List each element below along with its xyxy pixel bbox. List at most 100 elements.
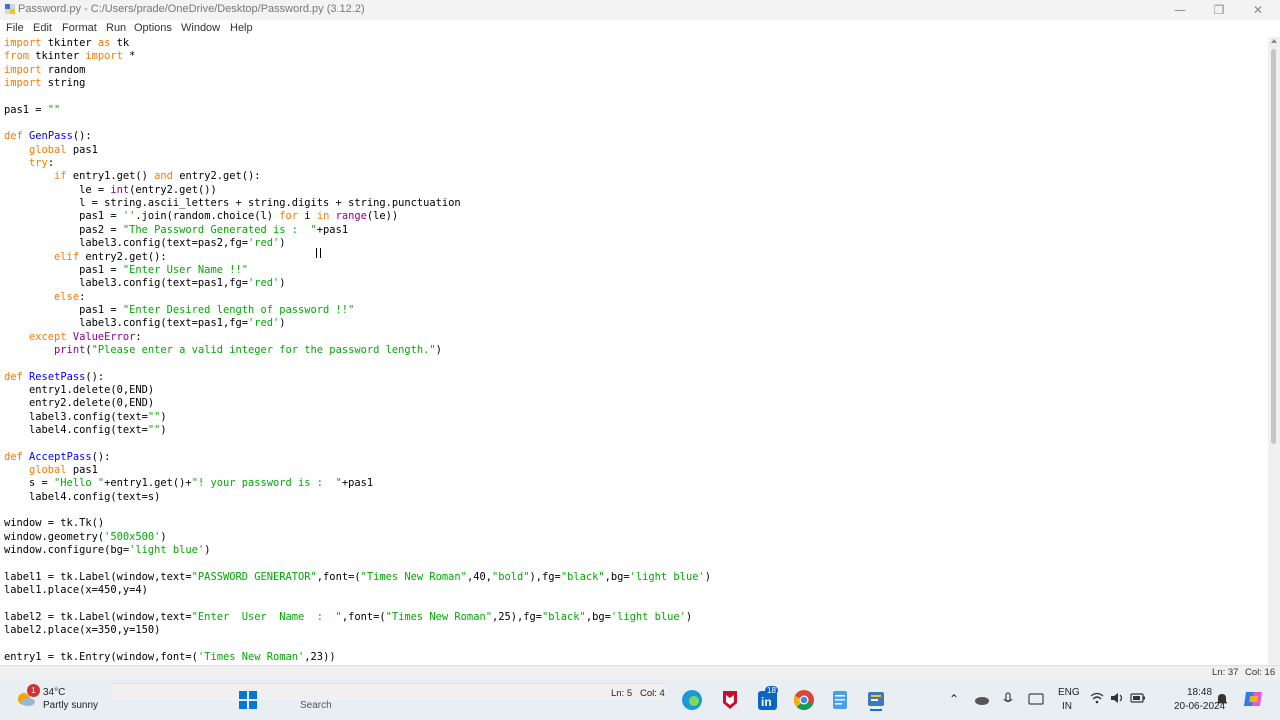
code-line[interactable]: pas1 = "Enter Desired length of password… <box>4 304 711 317</box>
scrollbar-thumb[interactable] <box>1271 49 1276 444</box>
code-token: 'light blue' <box>629 570 705 583</box>
code-line[interactable]: le = int(entry2.get()) <box>4 184 711 197</box>
maximize-button[interactable]: ❐ <box>1199 0 1239 20</box>
code-line[interactable]: pas1 = ''.join(random.choice(l) for i in… <box>4 210 711 223</box>
code-line[interactable]: label3.config(text=pas1,fg='red') <box>4 277 711 290</box>
code-line[interactable]: label3.config(text=pas2,fg='red') <box>4 237 711 250</box>
code-line[interactable]: def ResetPass(): <box>4 371 711 384</box>
code-line[interactable] <box>4 90 711 103</box>
code-editor[interactable]: import tkinter as tk from tkinter import … <box>0 37 1268 665</box>
code-token: "Enter User Name !!" <box>122 263 248 276</box>
taskbar-search-label[interactable]: Search <box>300 700 332 711</box>
code-token: for <box>279 210 299 223</box>
code-line[interactable]: window.configure(bg='light blue') <box>4 544 711 557</box>
menu-options[interactable]: Options <box>134 22 172 34</box>
battery-icon[interactable] <box>1130 692 1146 704</box>
code-token: ResetPass <box>29 370 86 383</box>
code-token: print <box>54 343 86 356</box>
edge-browser-icon[interactable] <box>680 688 704 712</box>
code-line[interactable]: import tkinter as tk <box>4 37 711 50</box>
code-line[interactable]: print("Please enter a valid integer for … <box>4 344 711 357</box>
code-line[interactable]: def GenPass(): <box>4 130 711 143</box>
code-token: ,font=( <box>316 570 361 583</box>
code-token: int <box>110 183 130 196</box>
code-line[interactable] <box>4 437 711 450</box>
vertical-scrollbar[interactable] <box>1268 37 1280 665</box>
code-line[interactable]: entry2.delete(0,END) <box>4 397 711 410</box>
close-button[interactable]: ✕ <box>1238 0 1278 20</box>
code-line[interactable]: pas2 = "The Password Generated is : "+pa… <box>4 224 711 237</box>
code-line[interactable]: except ValueError: <box>4 331 711 344</box>
code-line[interactable]: label2.place(x=350,y=150) <box>4 624 711 637</box>
code-text[interactable]: import tkinter as tk from tkinter import … <box>4 37 711 664</box>
chrome-icon[interactable] <box>792 688 816 712</box>
code-line[interactable]: label4.config(text="") <box>4 424 711 437</box>
code-line[interactable]: if entry1.get() and entry2.get(): <box>4 170 711 183</box>
code-line[interactable]: from tkinter import * <box>4 50 711 63</box>
menu-window[interactable]: Window <box>181 22 220 34</box>
menu-help[interactable]: Help <box>230 22 253 34</box>
code-token: "! your password is : " <box>191 477 342 490</box>
windows-start-icon[interactable] <box>236 688 260 712</box>
code-token: in <box>316 210 330 223</box>
code-line[interactable]: label1.place(x=450,y=4) <box>4 584 711 597</box>
code-line[interactable] <box>4 357 711 370</box>
code-line[interactable] <box>4 504 711 517</box>
code-line[interactable]: pas1 = "" <box>4 104 711 117</box>
code-line[interactable]: label3.config(text=pas1,fg='red') <box>4 317 711 330</box>
code-line[interactable]: label1 = tk.Label(window,text="PASSWORD … <box>4 571 711 584</box>
code-line[interactable]: def AcceptPass(): <box>4 451 711 464</box>
code-line[interactable]: window = tk.Tk() <box>4 517 711 530</box>
python-idle-taskbar-icon[interactable] <box>864 688 888 712</box>
code-line[interactable]: entry1 = tk.Entry(window,font=('Times Ne… <box>4 651 711 664</box>
code-token: pas1 = <box>4 103 48 116</box>
menu-file[interactable]: File <box>6 22 24 34</box>
code-line[interactable] <box>4 117 711 130</box>
mcafee-icon[interactable] <box>718 688 742 712</box>
code-line[interactable]: window.geometry('500x500') <box>4 531 711 544</box>
code-token: i <box>298 210 317 223</box>
overlay-column-number: Col: 4 <box>640 688 665 699</box>
code-line[interactable]: import string <box>4 77 711 90</box>
language-region[interactable]: IN <box>1062 701 1072 712</box>
code-line[interactable]: label4.config(text=s) <box>4 491 711 504</box>
keyboard-icon[interactable] <box>1028 693 1044 705</box>
code-line[interactable]: elif entry2.get(): <box>4 251 711 264</box>
code-token: +entry1.get()+ <box>104 477 192 490</box>
code-token: (le)) <box>366 210 399 223</box>
onedrive-cloud-icon[interactable] <box>974 694 990 706</box>
code-line[interactable]: pas1 = "Enter User Name !!" <box>4 264 711 277</box>
code-line[interactable]: global pas1 <box>4 144 711 157</box>
code-line[interactable]: try: <box>4 157 711 170</box>
clock-time[interactable]: 18:48 <box>1187 687 1212 698</box>
speaker-icon[interactable] <box>1110 692 1124 704</box>
code-line[interactable] <box>4 637 711 650</box>
code-line[interactable]: global pas1 <box>4 464 711 477</box>
notepad-icon[interactable] <box>828 688 852 712</box>
menu-format[interactable]: Format <box>62 22 97 34</box>
code-line[interactable]: s = "Hello "+entry1.get()+"! your passwo… <box>4 477 711 490</box>
code-token: "" <box>147 423 161 436</box>
code-token: (): <box>91 450 111 463</box>
notification-bell-icon[interactable] <box>1216 692 1228 706</box>
menu-edit[interactable]: Edit <box>33 22 52 34</box>
code-line[interactable]: label2 = tk.Label(window,text="Enter Use… <box>4 611 711 624</box>
code-line[interactable] <box>4 597 711 610</box>
scroll-up-arrow-icon[interactable] <box>1271 39 1277 43</box>
code-line[interactable]: l = string.ascii_letters + string.digits… <box>4 197 711 210</box>
minimize-button[interactable]: — <box>1160 0 1200 20</box>
copilot-icon[interactable] <box>1242 688 1264 710</box>
code-line[interactable]: import random <box>4 64 711 77</box>
microphone-icon[interactable] <box>1003 692 1013 706</box>
wifi-icon[interactable] <box>1090 692 1104 704</box>
code-line[interactable] <box>4 557 711 570</box>
code-line[interactable]: entry1.delete(0,END) <box>4 384 711 397</box>
menu-run[interactable]: Run <box>106 22 126 34</box>
language-code[interactable]: ENG <box>1058 687 1080 698</box>
code-line[interactable]: else: <box>4 291 711 304</box>
code-line[interactable]: label3.config(text="") <box>4 411 711 424</box>
chevron-up-icon[interactable]: ⌃ <box>949 692 959 706</box>
code-token: ) <box>160 423 167 436</box>
code-token: pas1 = <box>4 263 123 276</box>
